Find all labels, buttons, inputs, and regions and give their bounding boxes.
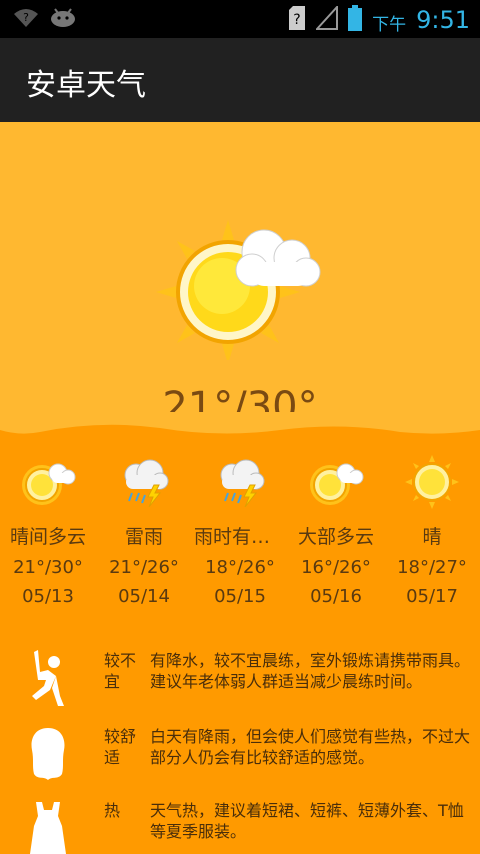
forecast-condition: 大部多云 (297, 526, 374, 548)
index-row-exercise: 较不宜 有降水，较不宜晨练，室外锻炼请携带雨具。建议年老体弱人群适当减少晨练时间… (0, 650, 480, 720)
sim-question-icon: ? (288, 5, 306, 34)
forecast-temperature: 21°/26° (109, 557, 179, 578)
wifi-question-icon: ? (12, 6, 40, 32)
forecast-condition: 雷雨 (124, 526, 163, 548)
forecast-day[interactable]: 雨时有雷... 18°/26° 05/15 (192, 452, 288, 622)
index-level: 热 (104, 801, 121, 820)
sun-cloud-icon (156, 210, 326, 364)
app-title: 安卓天气 (26, 68, 146, 103)
android-icon (50, 6, 76, 32)
forecast-date: 05/16 (310, 586, 362, 607)
status-bar: ? ? 下午 9:51 (0, 0, 480, 38)
battery-icon (348, 4, 363, 35)
forecast-date: 05/14 (118, 586, 170, 607)
svg-text:?: ? (23, 11, 29, 24)
exercise-icon (26, 650, 70, 712)
index-description: 天气热，建议着短裙、短裤、短薄外套、T恤等夏季服装。 (150, 801, 464, 841)
sun-cloud-icon (288, 452, 384, 512)
action-bar: 安卓天气 (0, 38, 480, 122)
forecast-day[interactable]: 晴间多云 21°/30° 05/13 (0, 452, 96, 622)
forecast-day[interactable]: 雷雨 21°/26° 05/14 (96, 452, 192, 622)
forecast-day[interactable]: 大部多云 16°/26° 05/16 (288, 452, 384, 622)
forecast-condition: 雨时有雷... (194, 526, 288, 548)
forecast-date: 05/17 (406, 586, 458, 607)
forecast-day[interactable]: 晴 18°/27° 05/17 (384, 452, 480, 622)
forecast-date: 05/15 (214, 586, 266, 607)
wave-divider (0, 412, 480, 452)
forecast-row: 晴间多云 21°/30° 05/13 雷雨 21°/26° 05/14 雨时有雷… (0, 452, 480, 622)
index-level: 较不宜 (104, 651, 137, 691)
forecast-condition: 晴间多云 (9, 526, 86, 548)
svg-text:?: ? (293, 12, 300, 28)
sun-cloud-icon (0, 452, 96, 512)
index-row-clothing: 热 天气热，建议着短裙、短裤、短薄外套、T恤等夏季服装。 (0, 800, 480, 854)
index-description: 有降水，较不宜晨练，室外锻炼请携带雨具。建议年老体弱人群适当减少晨练时间。 (150, 651, 471, 691)
forecast-temperature: 21°/30° (13, 557, 83, 578)
current-weather-panel: 21°/30° (0, 122, 480, 438)
forecast-temperature: 16°/26° (301, 557, 371, 578)
forecast-condition: 晴 (422, 526, 442, 548)
forecast-temperature: 18°/26° (205, 557, 275, 578)
clothing-icon (26, 802, 70, 854)
index-row-comfort: 较舒适 白天有降雨，但会使人们感觉有些热，不过大部分人仍会有比较舒适的感觉。 (0, 726, 480, 792)
thunderstorm-icon (96, 452, 192, 512)
forecast-date: 05/13 (22, 586, 74, 607)
status-ampm: 下午 (372, 15, 407, 35)
index-level: 较舒适 (104, 727, 137, 767)
forecast-temperature: 18°/27° (397, 557, 467, 578)
signal-icon (314, 3, 339, 34)
sun-icon (384, 452, 480, 512)
status-time: 9:51 (416, 5, 470, 34)
thunderstorm-icon (192, 452, 288, 512)
comfort-icon (26, 726, 70, 786)
index-description: 白天有降雨，但会使人们感觉有些热，不过大部分人仍会有比较舒适的感觉。 (150, 727, 471, 767)
